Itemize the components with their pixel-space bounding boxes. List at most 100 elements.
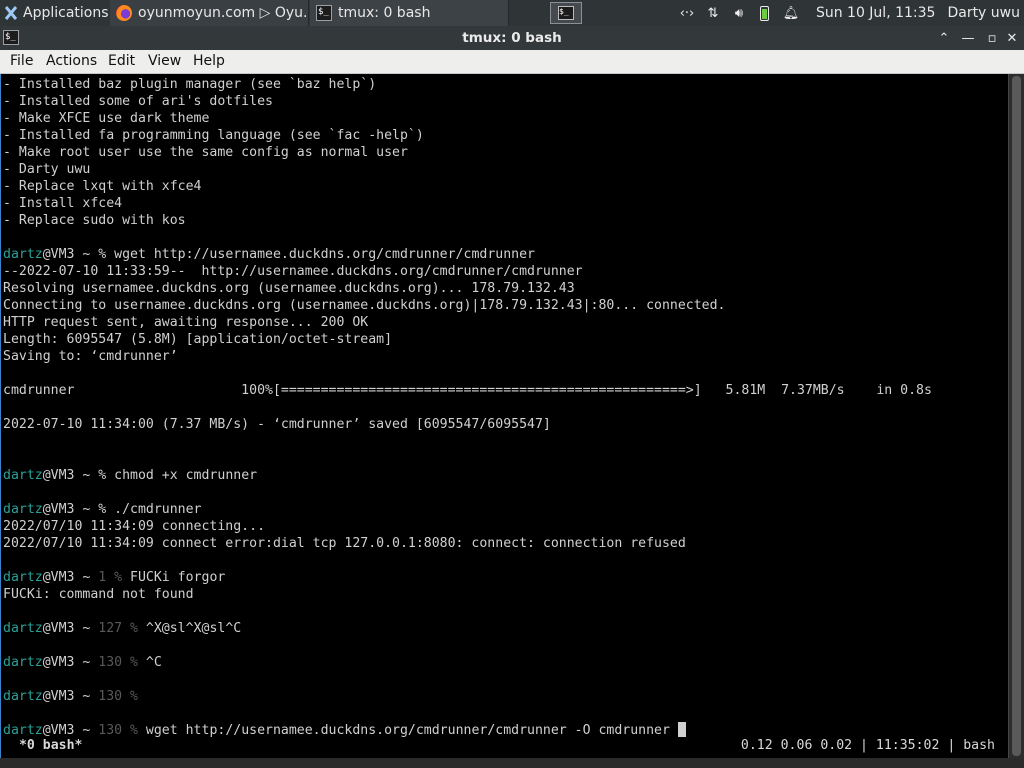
exit-code: 130 % bbox=[98, 689, 146, 704]
volume-icon[interactable]: 🔊︎ bbox=[728, 0, 750, 26]
output-line: - Replace lxqt with xfce4 bbox=[3, 179, 202, 194]
output-line: Saving to: ‘cmdrunner’ bbox=[3, 349, 178, 364]
output-line: --2022-07-10 11:33:59-- http://usernamee… bbox=[3, 264, 583, 279]
output-line: - Replace sudo with kos bbox=[3, 213, 186, 228]
firefox-icon bbox=[116, 5, 132, 21]
menu-file[interactable]: File bbox=[10, 50, 33, 73]
applications-label: Applications bbox=[23, 5, 109, 21]
tmux-status-bar: *0 bash* 0.12 0.06 0.02 | 11:35:02 | bas… bbox=[1, 736, 1008, 756]
command-text: % chmod +x cmdrunner bbox=[98, 468, 258, 483]
output-line: - Installed fa programming language (see… bbox=[3, 128, 424, 143]
prompt-host: @VM3 ~ bbox=[42, 689, 99, 704]
output-line: HTTP request sent, awaiting response... … bbox=[3, 315, 369, 330]
minimize-window-button[interactable]: — bbox=[956, 26, 980, 50]
output-line: - Installed baz plugin manager (see `baz… bbox=[3, 77, 377, 92]
prompt-user: dartz bbox=[3, 655, 43, 670]
prompt-line: dartz@VM3 ~ % ./cmdrunner bbox=[3, 501, 1003, 518]
prompt-host: @VM3 ~ bbox=[42, 502, 99, 517]
output-line: - Install xfce4 bbox=[3, 196, 123, 211]
text-cursor bbox=[677, 722, 686, 737]
output-line: - Make XFCE use dark theme bbox=[3, 111, 210, 126]
applications-menu-button[interactable]: Applications bbox=[0, 0, 111, 26]
terminal-area[interactable]: - Installed baz plugin manager (see `baz… bbox=[0, 74, 1008, 758]
menu-view[interactable]: View bbox=[148, 50, 181, 73]
prompt-user: dartz bbox=[3, 570, 43, 585]
workspace-terminal-icon: $_ bbox=[558, 6, 574, 20]
prompt-user: dartz bbox=[3, 247, 43, 262]
prompt-host: @VM3 ~ bbox=[42, 468, 99, 483]
output-line: Length: 6095547 (5.8M) [application/octe… bbox=[3, 332, 393, 347]
output-line: 2022-07-10 11:34:00 (7.37 MB/s) - ‘cmdru… bbox=[3, 417, 551, 432]
prompt-line: dartz@VM3 ~ 127 % ^X@sl^X@sl^C bbox=[3, 620, 1003, 637]
prompt-user: dartz bbox=[3, 502, 43, 517]
notification-bell-icon[interactable]: 🔔︎ bbox=[780, 0, 802, 26]
taskbar-item-terminal[interactable]: $_ tmux: 0 bash bbox=[310, 0, 509, 26]
user-menu[interactable]: Darty uwu bbox=[947, 5, 1020, 21]
network-updown-icon[interactable]: ⇅ bbox=[702, 0, 724, 26]
network-arrows-icon[interactable]: ‹·› bbox=[676, 0, 698, 26]
command-text: % ./cmdrunner bbox=[98, 502, 202, 517]
menu-edit[interactable]: Edit bbox=[108, 50, 135, 73]
prompt-line: dartz@VM3 ~ 130 % ^C bbox=[3, 654, 1003, 671]
taskbar-item-label: oyunmoyun.com ▷ Oyu... bbox=[138, 5, 309, 21]
tmux-status-right: 0.12 0.06 0.02 | 11:35:02 | bash bbox=[740, 738, 995, 753]
taskbar-item-firefox[interactable]: oyunmoyun.com ▷ Oyu... bbox=[110, 0, 309, 26]
prompt-host: @VM3 ~ bbox=[42, 247, 99, 262]
output-line: FUCKi: command not found bbox=[3, 587, 194, 602]
close-window-button[interactable]: ✕ bbox=[1000, 26, 1024, 50]
output-line: 2022/07/10 11:34:09 connecting... bbox=[3, 519, 266, 534]
output-line: Connecting to usernamee.duckdns.org (use… bbox=[3, 298, 726, 313]
command-text: ^X@sl^X@sl^C bbox=[145, 621, 242, 636]
menu-help[interactable]: Help bbox=[193, 50, 225, 73]
output-line: - Darty uwu bbox=[3, 162, 91, 177]
command-text: % wget http://usernamee.duckdns.org/cmdr… bbox=[98, 247, 535, 262]
command-text: FUCKi forgor bbox=[130, 570, 226, 585]
prompt-host: @VM3 ~ bbox=[42, 621, 99, 636]
output-line: - Make root user use the same config as … bbox=[3, 145, 408, 160]
system-tray: ‹·› ⇅ 🔊︎ 🔔︎ Sun 10 Jul, 11:35 Darty uwu bbox=[676, 0, 1024, 26]
exit-code: 130 % bbox=[98, 655, 146, 670]
prompt-line: dartz@VM3 ~ 1 % FUCKi forgor bbox=[3, 569, 1003, 586]
workspace-switcher[interactable]: $_ bbox=[550, 2, 582, 24]
prompt-line: dartz@VM3 ~ 130 % bbox=[3, 688, 1003, 705]
exit-code: 1 % bbox=[98, 570, 131, 585]
terminal-icon: $_ bbox=[316, 5, 332, 21]
prompt-host: @VM3 ~ bbox=[42, 570, 99, 585]
scrollbar-thumb[interactable] bbox=[1012, 76, 1021, 756]
output-line: cmdrunner 100%[=========================… bbox=[3, 383, 932, 398]
clock[interactable]: Sun 10 Jul, 11:35 bbox=[816, 5, 936, 21]
menu-actions[interactable]: Actions bbox=[46, 50, 97, 73]
tmux-window-name[interactable]: *0 bash* bbox=[11, 736, 83, 756]
prompt-line: dartz@VM3 ~ % wget http://usernamee.duck… bbox=[3, 246, 1003, 263]
prompt-user: dartz bbox=[3, 468, 43, 483]
window-bottom-border bbox=[0, 758, 1024, 768]
top-panel: Applications oyunmoyun.com ▷ Oyu... $_ t… bbox=[0, 0, 1024, 26]
battery-icon[interactable] bbox=[754, 0, 776, 26]
shade-window-button[interactable]: ⌃ bbox=[932, 26, 956, 50]
xfce-logo-icon bbox=[4, 6, 18, 20]
output-line: - Installed some of ari's dotfiles bbox=[3, 94, 273, 109]
taskbar-item-label: tmux: 0 bash bbox=[338, 5, 431, 21]
terminal-scrollbar[interactable] bbox=[1008, 74, 1024, 758]
command-text: ^C bbox=[145, 655, 162, 670]
output-line: Resolving usernamee.duckdns.org (usernam… bbox=[3, 281, 575, 296]
window-titlebar[interactable]: $_ tmux: 0 bash ⌃ — ▫ ✕ bbox=[0, 26, 1024, 50]
exit-code: 127 % bbox=[98, 621, 146, 636]
prompt-host: @VM3 ~ bbox=[42, 655, 99, 670]
terminal-output: - Installed baz plugin manager (see `baz… bbox=[3, 76, 1003, 739]
menubar: File Actions Edit View Help bbox=[0, 50, 1024, 74]
output-line: 2022/07/10 11:34:09 connect error:dial t… bbox=[3, 536, 686, 551]
prompt-user: dartz bbox=[3, 689, 43, 704]
prompt-user: dartz bbox=[3, 621, 43, 636]
